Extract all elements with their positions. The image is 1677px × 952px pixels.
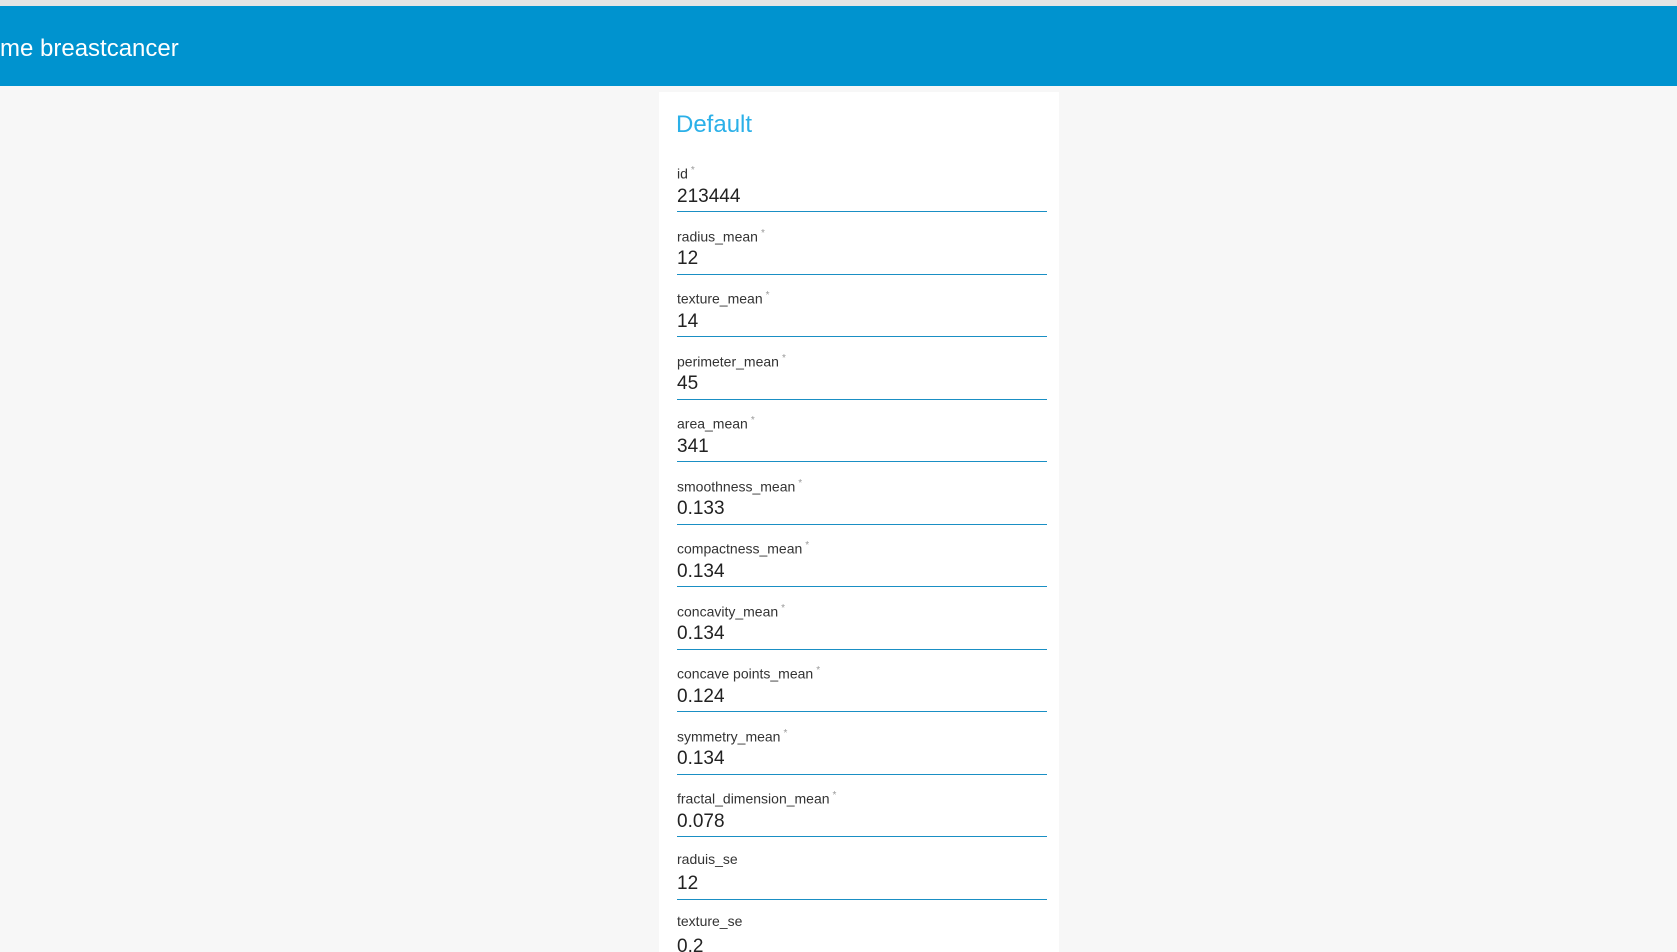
field-label: concavity_mean *: [677, 600, 785, 621]
field-radius-mean: radius_mean *: [677, 225, 1047, 288]
field-id: id *: [677, 162, 1047, 225]
field-label-text: concavity_mean: [677, 603, 779, 620]
smoothness-mean-input[interactable]: [677, 494, 1047, 525]
field-label-text: id: [677, 165, 688, 182]
field-label: symmetry_mean *: [677, 725, 787, 746]
field-label: raduis_se: [677, 850, 738, 868]
field-label: perimeter_mean *: [677, 350, 786, 371]
field-label-text: radius_mean: [677, 228, 758, 245]
concavity-mean-input[interactable]: [677, 619, 1047, 650]
field-label-text: symmetry_mean: [677, 728, 781, 745]
field-label-text: compactness_mean: [677, 540, 803, 557]
required-marker: *: [781, 602, 786, 614]
form-fields: id*radius_mean*texture_mean*perimeter_me…: [677, 162, 1047, 952]
field-perimeter-mean: perimeter_mean *: [677, 350, 1047, 413]
field-label-text: area_mean: [677, 415, 748, 432]
field-label: texture_se: [677, 912, 742, 930]
field-label-text: smoothness_mean: [677, 478, 796, 495]
field-label: compactness_mean *: [677, 537, 809, 558]
app-title: me breastcancer: [0, 35, 179, 62]
field-label-text: fractal_dimension_mean: [677, 790, 830, 807]
field-texture-mean: texture_mean *: [677, 287, 1047, 350]
symmetry-mean-input[interactable]: [677, 744, 1047, 775]
field-label: radius_mean *: [677, 225, 765, 246]
form-card: Default id*radius_mean*texture_mean*peri…: [659, 92, 1059, 952]
field-label: area_mean *: [677, 412, 755, 433]
required-marker: *: [765, 290, 770, 301]
field-smoothness-mean: smoothness_mean *: [677, 475, 1047, 538]
field-label-text: texture_mean: [677, 290, 763, 307]
id-input[interactable]: [677, 182, 1047, 212]
texture-se-input[interactable]: [677, 932, 1047, 952]
required-marker: *: [690, 165, 695, 176]
required-marker: *: [798, 477, 803, 489]
field-texture-se: texture_se: [677, 912, 1047, 952]
perimeter-mean-input[interactable]: [677, 369, 1047, 400]
required-marker: *: [832, 790, 837, 801]
required-marker: *: [816, 665, 821, 676]
field-raduis-se: raduis_se: [677, 850, 1047, 913]
app-header: me breastcancer: [0, 6, 1677, 86]
field-label-text: perimeter_mean: [677, 353, 779, 370]
area-mean-input[interactable]: [677, 432, 1047, 462]
field-concave-points-mean: concave points_mean *: [677, 662, 1047, 725]
compactness-mean-input[interactable]: [677, 557, 1047, 587]
field-label-text: concave points_mean: [677, 665, 814, 682]
field-area-mean: area_mean *: [677, 412, 1047, 475]
section-title: Default: [676, 111, 753, 138]
field-symmetry-mean: symmetry_mean *: [677, 725, 1047, 788]
field-compactness-mean: compactness_mean *: [677, 537, 1047, 600]
texture-mean-input[interactable]: [677, 307, 1047, 337]
radius-mean-input[interactable]: [677, 244, 1047, 275]
required-marker: *: [805, 540, 810, 551]
required-marker: *: [750, 415, 755, 426]
required-marker: *: [781, 352, 786, 364]
field-label: texture_mean *: [677, 287, 770, 308]
field-label: id *: [677, 162, 695, 183]
fractal-dimension-mean-input[interactable]: [677, 807, 1047, 837]
field-concavity-mean: concavity_mean *: [677, 600, 1047, 663]
field-label: fractal_dimension_mean *: [677, 787, 836, 808]
field-fractal-dimension-mean: fractal_dimension_mean *: [677, 787, 1047, 850]
required-marker: *: [783, 727, 788, 739]
required-marker: *: [760, 227, 765, 239]
concave-points-mean-input[interactable]: [677, 682, 1047, 712]
field-label: smoothness_mean *: [677, 475, 802, 496]
field-label: concave points_mean *: [677, 662, 820, 683]
field-label-text: texture_se: [677, 913, 743, 929]
raduis-se-input[interactable]: [677, 869, 1047, 900]
field-label-text: raduis_se: [677, 850, 738, 867]
